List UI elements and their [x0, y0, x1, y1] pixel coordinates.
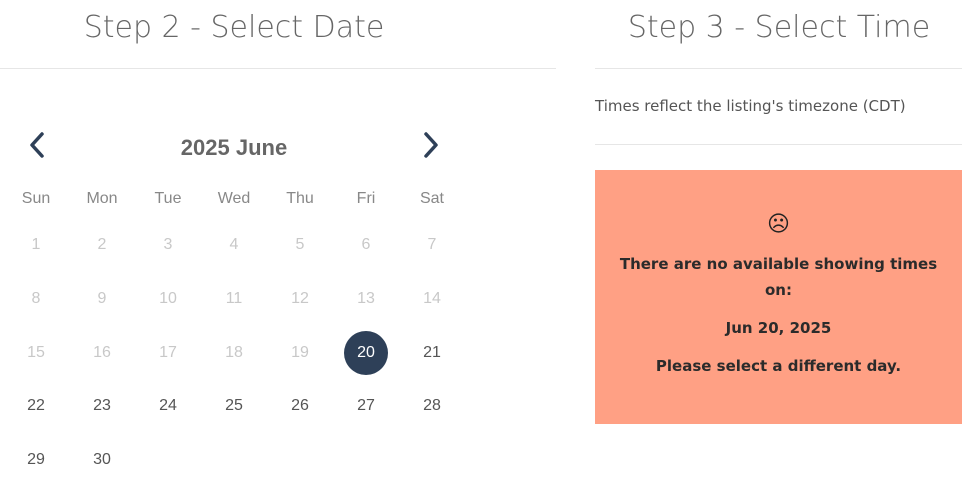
selected-date: Jun 20, 2025: [725, 319, 832, 337]
select-different-day-hint: Please select a different day.: [655, 357, 902, 375]
calendar-day: 4: [229, 236, 239, 253]
weekday-header: Thu: [286, 190, 314, 207]
next-month-button[interactable]: [415, 130, 445, 160]
no-times-alert: ☹ There are no available showing times o…: [595, 170, 962, 424]
calendar-day: 2: [97, 236, 107, 253]
weekday-header: Sun: [21, 190, 51, 207]
step2-title: Step 2 - Select Date: [83, 10, 385, 45]
divider: [595, 144, 962, 145]
calendar-day-selected[interactable]: 20: [344, 331, 388, 375]
weekday-header: Fri: [356, 190, 376, 207]
previous-month-button[interactable]: [23, 130, 53, 160]
calendar-month-label: 2025 June: [180, 135, 288, 160]
calendar-day: 1: [31, 236, 41, 253]
calendar-day[interactable]: 23: [80, 384, 124, 428]
calendar-day: 14: [423, 290, 441, 307]
weekday-header: Wed: [217, 190, 251, 207]
calendar-day: 11: [225, 290, 243, 307]
calendar-day: 7: [427, 236, 437, 253]
sad-face-icon: ☹: [767, 212, 790, 237]
weekday-header: Tue: [154, 190, 182, 207]
chevron-right-icon: [424, 132, 438, 158]
divider: [595, 68, 962, 69]
no-times-message: There are no available showing times on:: [619, 255, 938, 299]
calendar-day: 16: [93, 344, 111, 361]
calendar-day: 3: [163, 236, 173, 253]
calendar-day: 10: [159, 290, 177, 307]
weekday-header: Sat: [419, 190, 444, 207]
calendar-day: 5: [295, 236, 305, 253]
calendar-day[interactable]: 25: [212, 384, 256, 428]
calendar-day: 12: [291, 290, 309, 307]
calendar-day[interactable]: 22: [14, 384, 58, 428]
calendar-day: 18: [225, 344, 243, 361]
calendar-day: 6: [361, 236, 371, 253]
calendar-day[interactable]: 26: [278, 384, 322, 428]
calendar-day[interactable]: 29: [14, 438, 58, 482]
calendar-day[interactable]: 28: [410, 384, 454, 428]
calendar-day[interactable]: 24: [146, 384, 190, 428]
timezone-note: Times reflect the listing's timezone (CD…: [595, 97, 906, 115]
calendar-day: 9: [97, 290, 107, 307]
weekday-header: Mon: [86, 190, 118, 207]
calendar-day: 19: [291, 344, 309, 361]
calendar-day: 13: [357, 290, 375, 307]
calendar-day: 8: [31, 290, 41, 307]
chevron-left-icon: [30, 132, 44, 158]
calendar-day: 15: [27, 344, 45, 361]
divider: [0, 68, 556, 69]
step3-title: Step 3 - Select Time: [627, 10, 931, 45]
calendar-day[interactable]: 30: [80, 438, 124, 482]
calendar-day[interactable]: 27: [344, 384, 388, 428]
calendar-day: 17: [159, 344, 177, 361]
calendar-day[interactable]: 21: [410, 331, 454, 375]
